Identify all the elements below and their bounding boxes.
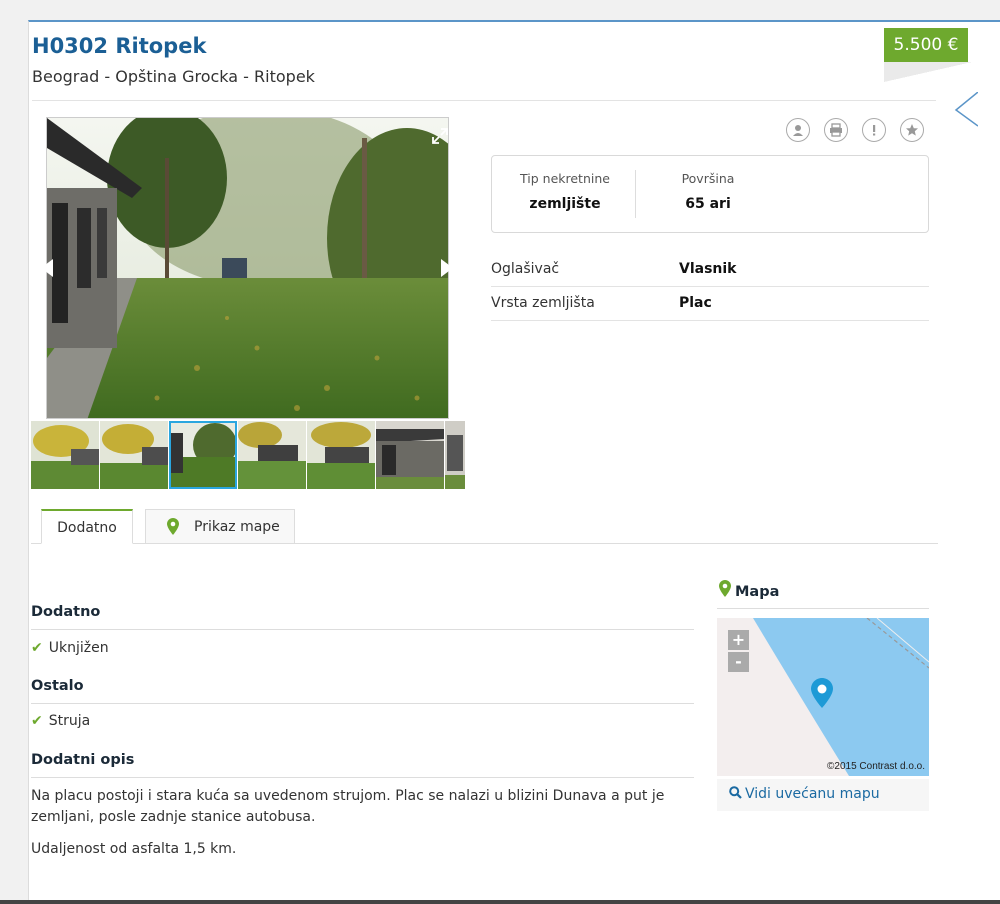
map-zoom-out-button[interactable]: - (728, 652, 749, 672)
listing-location: Beograd - Opština Grocka - Ritopek (32, 67, 315, 86)
header-divider (32, 100, 936, 101)
map-section-title: Mapa (719, 580, 779, 600)
property-area: Površina 65 ari (652, 171, 764, 212)
report-icon[interactable] (862, 118, 886, 142)
gallery-thumbnail[interactable] (307, 421, 375, 489)
price-badge: 5.500 € (884, 28, 968, 62)
page-bottom-border (0, 900, 1000, 904)
map-credit: ©2015 Contrast d.o.o. (827, 761, 925, 772)
location-marker-icon[interactable] (811, 678, 833, 710)
details-value: Plac (679, 295, 712, 311)
gallery-thumbnail[interactable] (445, 421, 465, 489)
map-divider (717, 608, 929, 609)
map-zoom-in-button[interactable]: + (728, 630, 749, 650)
listing-actions (786, 118, 924, 142)
gallery-thumbnail[interactable] (31, 421, 99, 489)
tab-prikaz-mape-label: Prikaz mape (194, 519, 280, 535)
main-photo[interactable] (46, 117, 449, 419)
gallery-thumbnail-active[interactable] (169, 421, 237, 489)
property-type-label: Tip nekretnine (520, 171, 610, 186)
side-panel-notch[interactable] (948, 92, 978, 128)
map-title-label: Mapa (735, 584, 780, 600)
listing-title: H0302 Ritopek (32, 34, 207, 58)
description-paragraph: Na placu postoji i stara kuća sa uvedeno… (31, 788, 665, 825)
content-tabs: Dodatno Prikaz mape (31, 509, 938, 544)
details-row: Vrsta zemljišta Plac (491, 287, 929, 321)
tab-prikaz-mape[interactable]: Prikaz mape (145, 509, 295, 544)
check-icon: ✔ (31, 640, 43, 656)
photo-gallery (31, 117, 469, 489)
check-icon: ✔ (31, 713, 43, 729)
section-title-opis: Dodatni opis (31, 752, 135, 768)
section-divider (31, 629, 694, 630)
section-divider (31, 777, 694, 778)
details-row: Oglašivač Vlasnik (491, 253, 929, 287)
section-title-ostalo: Ostalo (31, 678, 84, 694)
section-title-dodatno: Dodatno (31, 604, 101, 620)
favorite-icon[interactable] (900, 118, 924, 142)
map-pin-icon (719, 580, 731, 597)
property-area-value: 65 ari (685, 196, 731, 212)
gallery-next-arrow[interactable] (441, 259, 453, 277)
view-larger-map-label: Vidi uvećanu mapu (745, 786, 880, 802)
gallery-prev-arrow[interactable] (41, 259, 53, 277)
map-pin-icon (167, 518, 179, 535)
fullscreen-icon[interactable] (431, 127, 449, 145)
details-key: Vrsta zemljišta (491, 295, 595, 311)
details-key: Oglašivač (491, 261, 560, 277)
contact-icon[interactable] (786, 118, 810, 142)
property-type-value: zemljište (529, 196, 601, 212)
property-type: Tip nekretnine zemljište (510, 171, 620, 212)
feature-label: Uknjižen (48, 640, 109, 656)
details-value: Vlasnik (679, 261, 737, 277)
property-separator (635, 170, 636, 218)
property-area-label: Površina (681, 171, 735, 186)
feature-item: ✔ Struja (31, 713, 90, 729)
section-divider (31, 703, 694, 704)
map-preview[interactable]: + - ©2015 Contrast d.o.o. (717, 618, 929, 776)
view-larger-map-link[interactable]: Vidi uvećanu mapu (717, 779, 929, 811)
gallery-thumbnail[interactable] (100, 421, 168, 489)
search-icon (729, 786, 742, 799)
price-badge-fold (884, 62, 972, 82)
tab-dodatno[interactable]: Dodatno (41, 509, 133, 544)
feature-item: ✔ Uknjižen (31, 640, 109, 656)
gallery-thumbnail[interactable] (238, 421, 306, 489)
gallery-thumbnail[interactable] (376, 421, 444, 489)
description-paragraph: Udaljenost od asfalta 1,5 km. (31, 841, 237, 857)
details-table: Oglašivač Vlasnik Vrsta zemljišta Plac (491, 253, 929, 321)
print-icon[interactable] (824, 118, 848, 142)
thumbnail-strip (31, 421, 469, 489)
property-summary: Tip nekretnine zemljište Površina 65 ari (491, 155, 929, 233)
feature-label: Struja (48, 713, 91, 729)
